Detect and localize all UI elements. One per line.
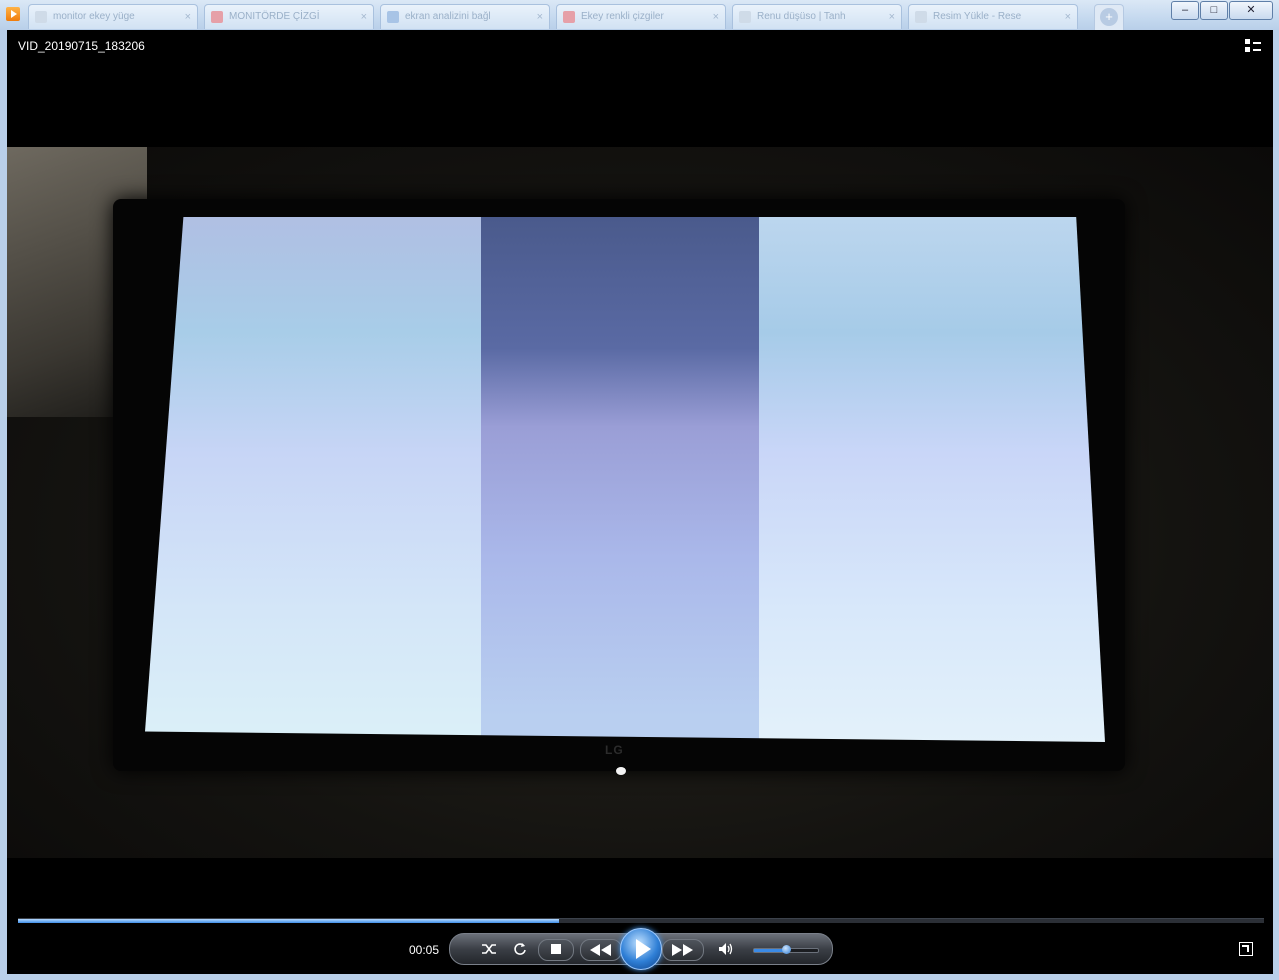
- page-favicon-icon: [387, 11, 399, 23]
- page-favicon-icon: [211, 11, 223, 23]
- browser-tab[interactable]: Ekey renkli çizgiler ×: [556, 4, 726, 29]
- repeat-button[interactable]: [509, 934, 531, 964]
- tab-label: ekran analizini bağl: [405, 11, 491, 22]
- page-favicon-icon: [739, 11, 751, 23]
- browser-tab[interactable]: MONITÖRDE ÇİZGİ ×: [204, 4, 374, 29]
- fast-forward-button[interactable]: [662, 939, 704, 961]
- transport-controls: [449, 928, 833, 970]
- window-border-left: [0, 30, 7, 980]
- tab-close-icon[interactable]: ×: [537, 5, 543, 29]
- tab-label: MONITÖRDE ÇİZGİ: [229, 11, 320, 22]
- browser-tab[interactable]: Renu düşüso | Tanh ×: [732, 4, 902, 29]
- switch-to-library-icon[interactable]: [1245, 39, 1261, 53]
- browser-tab-strip: monitor ekey yüge × MONITÖRDE ÇİZGİ × ek…: [28, 4, 1084, 30]
- screen-band-right: [759, 217, 1105, 742]
- fast-forward-icon: [672, 944, 693, 956]
- close-button[interactable]: ✕: [1229, 1, 1273, 20]
- window-border-bottom: [0, 974, 1279, 980]
- video-title: VID_20190715_183206: [18, 39, 145, 53]
- tab-label: Resim Yükle - Rese: [933, 11, 1022, 22]
- window-controls: – □ ✕: [1170, 1, 1273, 20]
- speaker-icon: [719, 943, 733, 955]
- seek-bar[interactable]: [18, 918, 1264, 923]
- monitor-screen: [145, 217, 1105, 742]
- rewind-icon: [590, 944, 611, 956]
- monitor-brand-logo: LG: [605, 743, 624, 757]
- media-player-app-icon: [6, 7, 20, 21]
- tab-label: monitor ekey yüge: [53, 11, 135, 22]
- tab-close-icon[interactable]: ×: [1065, 5, 1071, 29]
- stop-button[interactable]: [538, 939, 574, 961]
- tab-label: Renu düşüso | Tanh: [757, 11, 846, 22]
- screen-band-middle: [481, 217, 760, 742]
- seek-bar-progress: [18, 919, 559, 923]
- tab-label: Ekey renkli çizgiler: [581, 11, 664, 22]
- media-player: VID_20190715_183206 LG 00:05: [7, 30, 1273, 974]
- tab-close-icon[interactable]: ×: [185, 5, 191, 29]
- window-border-right: [1273, 30, 1279, 980]
- minimize-button[interactable]: –: [1171, 1, 1199, 20]
- page-favicon-icon: [35, 11, 47, 23]
- tab-close-icon[interactable]: ×: [713, 5, 719, 29]
- window-titlebar: monitor ekey yüge × MONITÖRDE ÇİZGİ × ek…: [0, 0, 1279, 31]
- new-tab-button[interactable]: +: [1094, 4, 1124, 30]
- page-favicon-icon: [915, 11, 927, 23]
- shuffle-button[interactable]: [478, 934, 500, 964]
- shuffle-icon: [482, 944, 496, 954]
- rewind-button[interactable]: [580, 939, 622, 961]
- fullscreen-button[interactable]: [1239, 942, 1253, 956]
- mute-button[interactable]: [716, 934, 736, 964]
- power-led: [616, 767, 626, 775]
- elapsed-time: 00:05: [409, 943, 440, 957]
- maximize-button[interactable]: □: [1200, 1, 1228, 20]
- repeat-icon: [514, 943, 526, 955]
- play-button[interactable]: [620, 928, 662, 970]
- browser-tab[interactable]: ekran analizini bağl ×: [380, 4, 550, 29]
- tab-close-icon[interactable]: ×: [361, 5, 367, 29]
- page-favicon-icon: [563, 11, 575, 23]
- stop-icon: [551, 944, 561, 954]
- volume-slider[interactable]: [753, 945, 819, 954]
- screen-band-left: [145, 217, 481, 742]
- video-frame[interactable]: LG: [7, 147, 1273, 858]
- browser-tab[interactable]: monitor ekey yüge ×: [28, 4, 198, 29]
- tab-close-icon[interactable]: ×: [889, 5, 895, 29]
- plus-icon: +: [1100, 8, 1118, 26]
- volume-knob[interactable]: [782, 945, 791, 954]
- browser-tab[interactable]: Resim Yükle - Rese ×: [908, 4, 1078, 29]
